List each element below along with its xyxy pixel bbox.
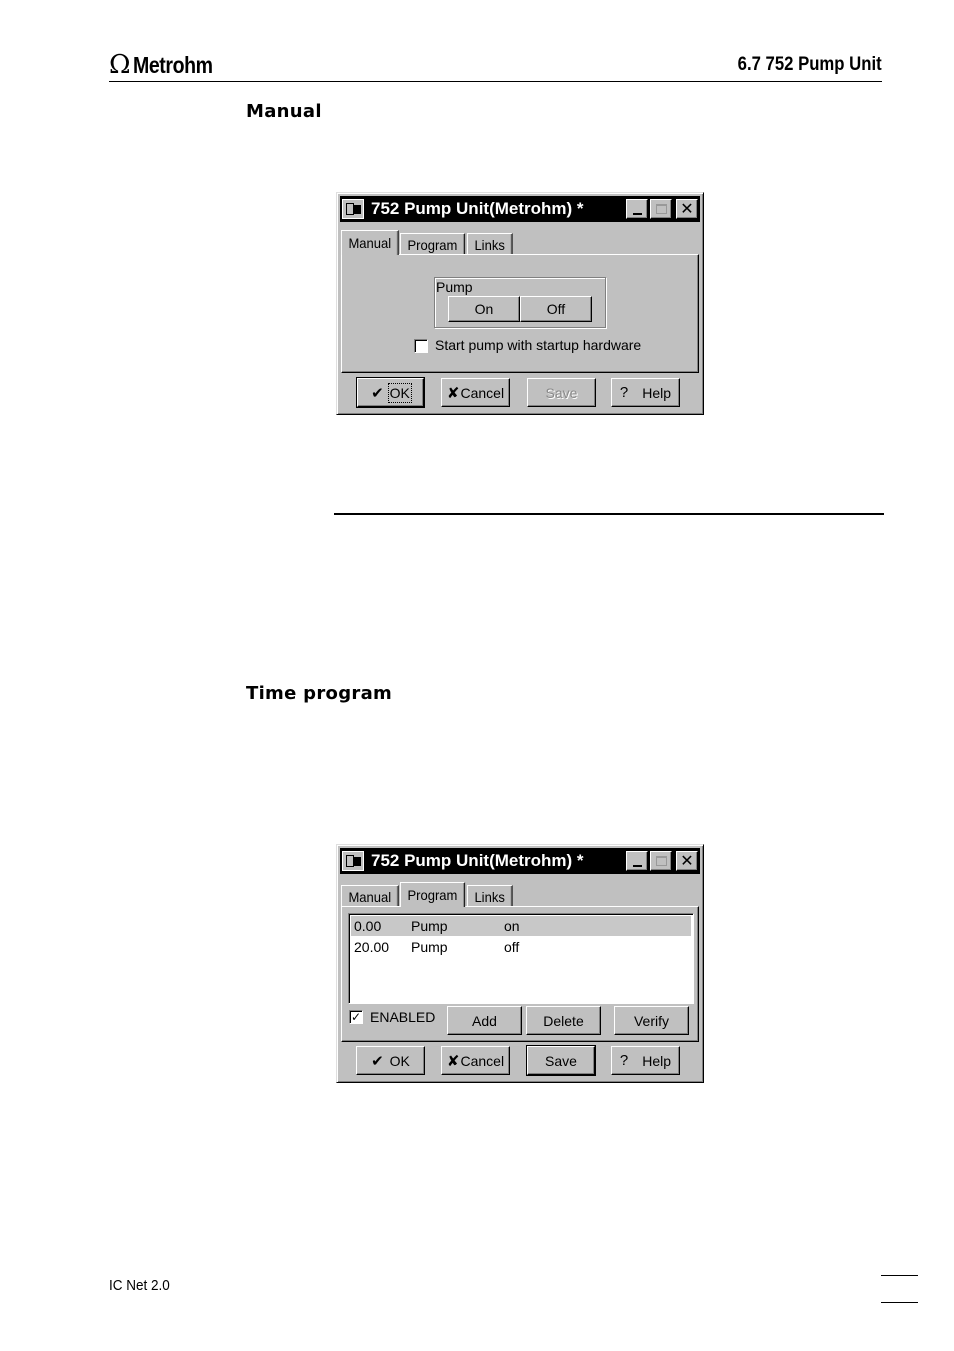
program-panel: 0.00 Pump on 20.00 Pump off ✓ ENABLED Ad… [341, 906, 699, 1042]
manual-panel: Pump On Off Start pump with startup hard… [341, 254, 699, 373]
help-icon: ? [619, 1052, 629, 1069]
checkmark-icon: ✔ [371, 1052, 384, 1070]
enabled-checkbox[interactable]: ✓ [349, 1010, 363, 1024]
pump-groupbox: Pump On Off [434, 277, 606, 328]
program-row[interactable]: 0.00 Pump on [351, 916, 691, 936]
pump-on-label: On [474, 301, 494, 317]
footer-rule-bottom [881, 1302, 918, 1303]
tab-program[interactable]: Program [399, 233, 465, 255]
enabled-label: ENABLED [370, 1009, 436, 1025]
maximize-button[interactable] [650, 851, 672, 871]
save-button[interactable]: Save [526, 1045, 596, 1076]
logo-text: Metrohm [132, 51, 213, 78]
ok-button[interactable]: ✔ OK [356, 377, 425, 408]
startup-hardware-label: Start pump with startup hardware [435, 337, 642, 353]
tab-program[interactable]: Program [399, 882, 465, 907]
tab-strip: Manual Program Links [341, 882, 512, 907]
time-program-heading: Time program [246, 683, 393, 704]
program-time: 20.00 [354, 939, 390, 955]
program-action: off [504, 939, 520, 955]
footer-rule-top [881, 1275, 918, 1276]
ok-button[interactable]: ✔ OK [356, 1046, 425, 1075]
titlebar[interactable]: 752 Pump Unit(Metrohm) * ✕ [340, 848, 700, 874]
footer-product: IC Net 2.0 [109, 1277, 170, 1294]
add-label: Add [472, 1012, 497, 1029]
help-label: Help [642, 1052, 672, 1069]
verify-label: Verify [633, 1012, 669, 1029]
close-button[interactable]: ✕ [676, 199, 698, 219]
window-title: 752 Pump Unit(Metrohm) * [371, 851, 584, 870]
header-divider [109, 81, 882, 82]
app-icon[interactable] [342, 851, 364, 871]
close-button[interactable]: ✕ [676, 851, 698, 871]
program-listbox[interactable]: 0.00 Pump on 20.00 Pump off [348, 913, 694, 1004]
pump-unit-dialog-manual: 752 Pump Unit(Metrohm) * ✕ Manual Progra… [336, 192, 704, 415]
close-icon: ✕ [680, 199, 694, 218]
add-button[interactable]: Add [447, 1006, 522, 1035]
maximize-icon [655, 204, 667, 214]
program-action: on [504, 918, 520, 934]
save-label: Save [545, 1052, 577, 1069]
cancel-label: Cancel [460, 1052, 505, 1069]
program-device: Pump [411, 939, 448, 955]
cancel-label: Cancel [460, 384, 505, 401]
maximize-button[interactable] [650, 199, 672, 219]
pump-unit-dialog-program: 752 Pump Unit(Metrohm) * ✕ Manual Progra… [336, 844, 704, 1083]
program-device: Pump [411, 918, 448, 934]
tab-strip: Manual Program Links [341, 230, 512, 255]
program-row[interactable]: 20.00 Pump off [351, 937, 691, 957]
omega-icon: Ω [109, 50, 131, 80]
titlebar[interactable]: 752 Pump Unit(Metrohm) * ✕ [340, 196, 700, 222]
help-button[interactable]: ? Help [611, 1046, 680, 1075]
save-button[interactable]: Save [527, 378, 596, 407]
cancel-x-icon: ✘ [446, 384, 460, 402]
close-icon: ✕ [680, 851, 694, 870]
tab-links[interactable]: Links [466, 885, 512, 907]
cancel-x-icon: ✘ [446, 1052, 460, 1070]
tab-manual[interactable]: Manual [341, 885, 399, 907]
app-icon[interactable] [342, 199, 364, 219]
metrohm-logo: Ω Metrohm [109, 50, 226, 80]
help-button[interactable]: ? Help [611, 378, 680, 407]
startup-hardware-checkbox[interactable] [414, 339, 428, 353]
cancel-button[interactable]: ✘ Cancel [441, 1046, 510, 1075]
ok-label: OK [387, 382, 412, 403]
minimize-icon [632, 864, 642, 867]
help-label: Help [642, 384, 672, 401]
ok-label: OK [389, 1052, 410, 1069]
section-divider [334, 513, 884, 515]
minimize-icon [632, 212, 642, 215]
cancel-button[interactable]: ✘ Cancel [441, 378, 510, 407]
delete-button[interactable]: Delete [526, 1006, 601, 1035]
save-label: Save [545, 384, 578, 401]
minimize-button[interactable] [626, 851, 648, 871]
pump-group-label: Pump [436, 279, 473, 295]
delete-label: Delete [543, 1012, 584, 1029]
window-title: 752 Pump Unit(Metrohm) * [371, 199, 584, 218]
pump-off-button[interactable]: Off [520, 296, 592, 322]
maximize-icon [655, 856, 667, 866]
pump-off-label: Off [546, 301, 566, 317]
minimize-button[interactable] [626, 199, 648, 219]
verify-button[interactable]: Verify [614, 1006, 689, 1035]
tab-links[interactable]: Links [466, 233, 512, 255]
pump-on-button[interactable]: On [448, 296, 520, 322]
help-icon: ? [619, 384, 629, 401]
checkmark-icon: ✔ [371, 384, 384, 402]
manual-heading: Manual [246, 101, 322, 122]
section-title: 6.7 752 Pump Unit [737, 54, 882, 75]
program-time: 0.00 [354, 918, 382, 934]
tab-manual[interactable]: Manual [341, 230, 399, 255]
